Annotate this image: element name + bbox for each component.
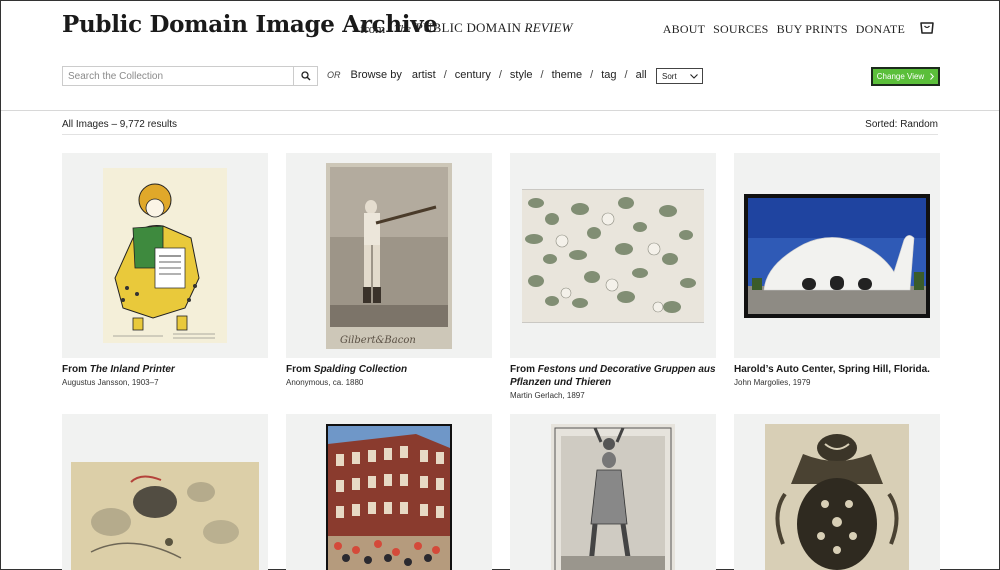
- browse-artist[interactable]: artist: [412, 69, 436, 81]
- image-thumbnail[interactable]: [510, 414, 716, 570]
- card-title[interactable]: From Festons und Decorative Gruppen aus …: [510, 363, 716, 389]
- browse-century[interactable]: century: [455, 69, 491, 81]
- nav-donate[interactable]: DONATE: [856, 22, 905, 37]
- nav-buy-prints[interactable]: BUY PRINTS: [777, 22, 848, 37]
- image-card[interactable]: Gilbert&Bacon From Spalding Collection A…: [286, 153, 492, 387]
- image-thumbnail[interactable]: Gilbert&Bacon: [286, 153, 492, 358]
- image-card[interactable]: [62, 414, 268, 570]
- browse-bar: OR Browse by artist / century / style / …: [327, 69, 647, 81]
- card-title-text: Spalding Collection: [313, 364, 408, 375]
- card-title[interactable]: Harold’s Auto Center, Spring Hill, Flori…: [734, 363, 940, 376]
- card-subtitle: Martin Gerlach, 1897: [510, 391, 585, 400]
- pdr-logo[interactable]: The PUBLIC DOMAIN REVIEW: [394, 20, 573, 36]
- card-title-text: Harold’s Auto Center, Spring Hill, Flori…: [734, 364, 930, 375]
- separator: /: [540, 69, 544, 81]
- separator: /: [498, 69, 502, 81]
- card-title-text: The Inland Printer: [89, 364, 175, 375]
- sorted-label[interactable]: Sorted: Random: [865, 119, 938, 130]
- sort-select[interactable]: Sort: [656, 68, 703, 84]
- header-divider: [1, 110, 999, 111]
- cart-icon[interactable]: [919, 19, 935, 35]
- browse-style[interactable]: style: [510, 69, 533, 81]
- chevron-down-icon: [690, 73, 698, 79]
- browse-theme[interactable]: theme: [552, 69, 583, 81]
- change-view-label: Change View: [876, 72, 925, 81]
- image-thumbnail[interactable]: [286, 414, 492, 570]
- separator: /: [443, 69, 447, 81]
- top-nav: ABOUT SOURCES BUY PRINTS DONATE: [663, 22, 905, 37]
- results-divider: [62, 134, 938, 135]
- results-count: All Images – 9,772 results: [62, 119, 178, 130]
- nav-about[interactable]: ABOUT: [663, 22, 705, 37]
- image-card[interactable]: [734, 414, 940, 570]
- sort-label: Sort: [662, 71, 677, 81]
- card-title-prefix: From: [286, 364, 314, 375]
- card-title-text: Festons und Decorative Gruppen aus Pflan…: [510, 364, 716, 388]
- change-view-button[interactable]: Change View: [871, 67, 940, 86]
- card-title[interactable]: From Spalding Collection: [286, 363, 492, 376]
- chevron-right-icon: [930, 73, 935, 80]
- search-icon: [300, 71, 310, 81]
- from-label: from: [360, 21, 386, 36]
- separator: /: [590, 69, 594, 81]
- browse-all[interactable]: all: [636, 69, 647, 81]
- separator: /: [624, 69, 628, 81]
- image-card[interactable]: [510, 414, 716, 570]
- browse-by-label: Browse by: [350, 69, 402, 81]
- image-card[interactable]: Harold’s Auto Center, Spring Hill, Flori…: [734, 153, 940, 387]
- image-card[interactable]: From The Inland Printer Augustus Jansson…: [62, 153, 268, 387]
- card-title-prefix: From: [62, 364, 90, 375]
- image-thumbnail[interactable]: [62, 153, 268, 358]
- image-thumbnail[interactable]: [62, 414, 268, 570]
- image-card[interactable]: From Festons und Decorative Gruppen aus …: [510, 153, 716, 400]
- browse-tag[interactable]: tag: [601, 69, 616, 81]
- image-thumbnail[interactable]: [510, 153, 716, 358]
- image-thumbnail[interactable]: [734, 153, 940, 358]
- nav-sources[interactable]: SOURCES: [713, 22, 768, 37]
- logo-main: PUBLIC DOMAIN: [415, 20, 522, 35]
- search-input[interactable]: [63, 67, 293, 85]
- svg-text:Gilbert&Bacon: Gilbert&Bacon: [340, 335, 416, 346]
- logo-the: The: [394, 23, 412, 35]
- card-title[interactable]: From The Inland Printer: [62, 363, 268, 376]
- card-subtitle: Augustus Jansson, 1903–7: [62, 378, 159, 387]
- or-label: OR: [327, 70, 341, 80]
- search-box: [62, 66, 318, 86]
- image-card[interactable]: [286, 414, 492, 570]
- image-thumbnail[interactable]: [734, 414, 940, 570]
- card-subtitle: Anonymous, ca. 1880: [286, 378, 364, 387]
- card-subtitle: John Margolies, 1979: [734, 378, 811, 387]
- search-button[interactable]: [293, 67, 317, 85]
- logo-review: REVIEW: [524, 20, 573, 35]
- card-title-prefix: From: [510, 364, 538, 375]
